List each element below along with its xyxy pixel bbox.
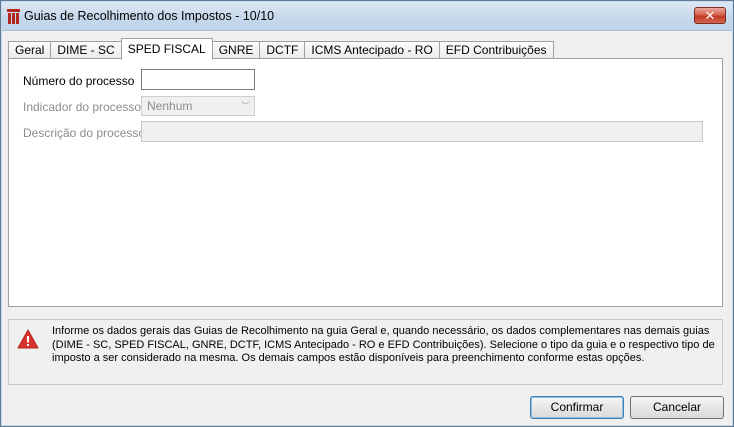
tab-sped-fiscal[interactable]: SPED FISCAL: [120, 38, 213, 60]
info-message-box: Informe os dados gerais das Guias de Rec…: [8, 319, 723, 385]
info-line-1: Informe os dados gerais das Guias de Rec…: [52, 325, 710, 337]
info-line-2: (DIME - SC, SPED FISCAL, GNRE, DCTF, ICM…: [52, 338, 715, 351]
numero-processo-label: Número do processo: [23, 74, 135, 88]
info-line-3: imposto a ser considerado na mesma. Os d…: [52, 352, 645, 364]
warning-icon: [17, 329, 39, 349]
app-logo-icon: [7, 9, 20, 24]
confirmar-button[interactable]: Confirmar: [530, 396, 624, 419]
descricao-processo-input[interactable]: [141, 121, 703, 142]
descricao-processo-label: Descrição do processo: [23, 126, 146, 140]
dialog-window: Guias de Recolhimento dos Impostos - 10/…: [0, 0, 734, 427]
indicador-processo-value: Nenhum: [147, 99, 193, 113]
close-icon: ✕: [704, 8, 716, 23]
cancelar-button[interactable]: Cancelar: [630, 396, 724, 419]
title-bar[interactable]: Guias de Recolhimento dos Impostos - 10/…: [2, 2, 732, 31]
info-message-text: Informe os dados gerais das Guias de Rec…: [52, 325, 717, 366]
tab-strip: Geral DIME - SC SPED FISCAL GNRE DCTF IC…: [8, 38, 554, 60]
chevron-down-icon: ﹀: [240, 101, 250, 111]
close-button[interactable]: ✕: [694, 7, 726, 24]
indicador-processo-label: Indicador do processo: [23, 100, 142, 114]
window-title: Guias de Recolhimento dos Impostos - 10/…: [24, 9, 275, 23]
indicador-processo-select[interactable]: Nenhum ﹀: [141, 96, 255, 116]
numero-processo-input[interactable]: [141, 69, 255, 90]
sped-fiscal-panel: Número do processo Indicador do processo…: [8, 58, 723, 307]
